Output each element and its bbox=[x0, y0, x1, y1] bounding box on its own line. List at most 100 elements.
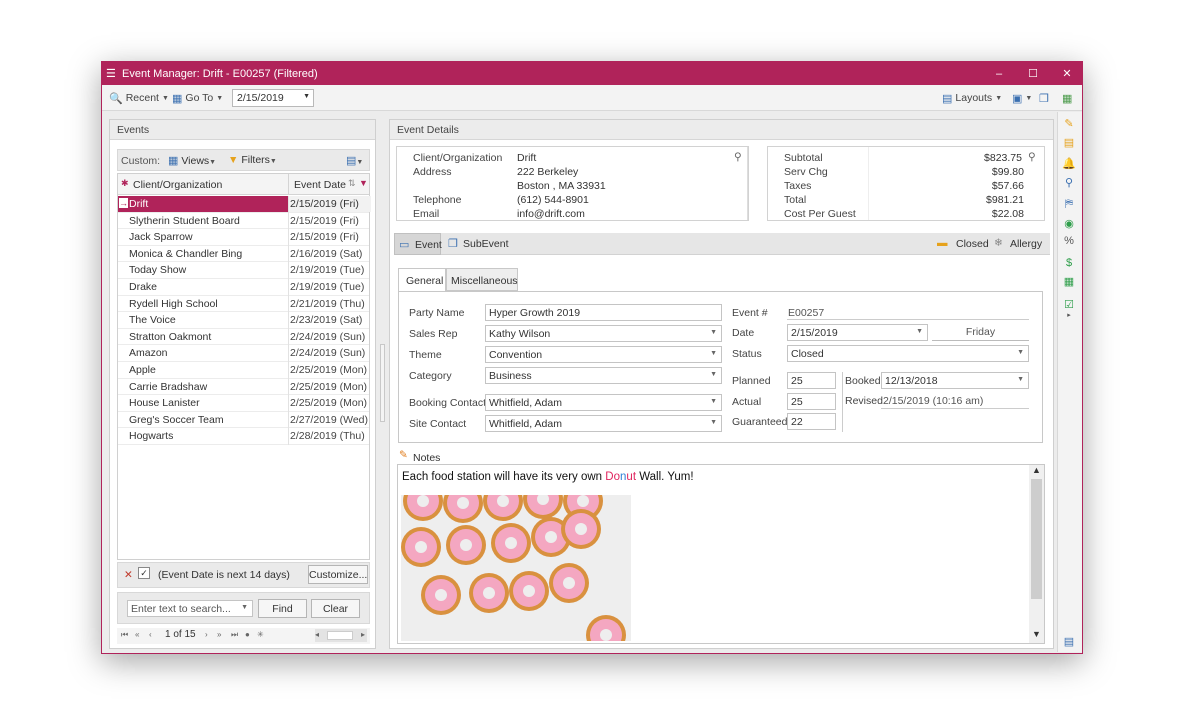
table-row[interactable]: Hogwarts 2/28/2019 (Thu) bbox=[118, 428, 369, 445]
email-value[interactable]: info@drift.com bbox=[517, 208, 585, 220]
scroll-right-icon[interactable]: ▸ bbox=[361, 630, 365, 639]
scroll-left-icon[interactable]: ◂ bbox=[315, 630, 319, 639]
column-chooser-button[interactable]: ▤▼ bbox=[346, 154, 363, 167]
pager-last-icon[interactable]: ⏭ bbox=[231, 630, 238, 640]
notes-vertical-scrollbar[interactable]: ▲ ▼ bbox=[1029, 465, 1044, 643]
table-row[interactable]: Monica & Chandler Bing 2/16/2019 (Sat) bbox=[118, 246, 369, 263]
horizontal-scrollbar[interactable]: ◂ ▸ bbox=[315, 629, 367, 642]
panel-splitter[interactable] bbox=[380, 344, 385, 422]
goto-button[interactable]: ▦ Go To ▼ bbox=[172, 89, 223, 107]
pager-next-icon[interactable]: › bbox=[205, 630, 208, 639]
party-name-input[interactable]: Hyper Growth 2019 bbox=[485, 304, 722, 321]
scroll-thumb[interactable] bbox=[327, 631, 353, 640]
search-input[interactable]: Enter text to search... ▼ bbox=[127, 600, 253, 617]
goto-date-input[interactable]: 2/15/2019 ▼ bbox=[232, 89, 314, 107]
booking-contact-select[interactable]: Whitfield, Adam ▼ bbox=[485, 394, 722, 411]
invoice-icon[interactable]: ▦ bbox=[1059, 275, 1079, 288]
chevron-down-icon[interactable]: ▼ bbox=[241, 604, 248, 611]
clear-filter-icon[interactable]: ✕ bbox=[124, 569, 133, 581]
filter-active-icon[interactable]: ▼ bbox=[359, 178, 368, 188]
grid-button[interactable]: ▦ bbox=[1062, 89, 1072, 107]
actual-input[interactable]: 25 bbox=[787, 393, 836, 410]
sales-rep-select[interactable]: Kathy Wilson ▼ bbox=[485, 325, 722, 342]
client-value[interactable]: Drift bbox=[517, 152, 536, 164]
table-row[interactable]: Slytherin Student Board 2/15/2019 (Fri) bbox=[118, 213, 369, 230]
booked-input[interactable]: 12/13/2018 ▼ bbox=[881, 372, 1029, 389]
tab-subevent[interactable]: ❐ SubEvent bbox=[446, 233, 516, 255]
table-row[interactable]: Rydell High School 2/21/2019 (Thu) bbox=[118, 296, 369, 313]
pager-new-icon[interactable]: ✳ bbox=[257, 630, 264, 639]
notes-editor[interactable]: Each food station will have its very own… bbox=[397, 464, 1045, 644]
table-row[interactable]: Stratton Oakmont 2/24/2019 (Sun) bbox=[118, 329, 369, 346]
restore-window-button[interactable]: ❐ bbox=[1039, 89, 1049, 107]
views-button[interactable]: ▦ Views▼ bbox=[168, 154, 216, 167]
planned-input[interactable]: 25 bbox=[787, 372, 836, 389]
table-row[interactable]: House Lanister 2/25/2019 (Mon) bbox=[118, 395, 369, 412]
column-client[interactable]: Client/Organization bbox=[133, 179, 222, 191]
site-contact-select[interactable]: Whitfield, Adam ▼ bbox=[485, 415, 722, 432]
document-search-icon[interactable]: ▤ bbox=[1059, 635, 1079, 648]
chevron-down-icon[interactable]: ▼ bbox=[303, 93, 310, 100]
pager-first-icon[interactable]: ⏮ bbox=[121, 630, 128, 640]
checklist-icon[interactable]: ☑ bbox=[1059, 298, 1079, 311]
edit-event-icon[interactable]: ✎ bbox=[1059, 117, 1079, 130]
minimize-button[interactable]: – bbox=[982, 62, 1016, 85]
client-search-icon[interactable]: ⚲ bbox=[734, 151, 742, 163]
eye-icon[interactable]: ◉ bbox=[1059, 217, 1079, 230]
notes-icon[interactable]: ▤ bbox=[1059, 136, 1079, 149]
money-icon[interactable]: $ bbox=[1059, 257, 1079, 269]
chevron-down-icon[interactable]: ▼ bbox=[710, 371, 717, 378]
table-row[interactable]: Drake 2/19/2019 (Tue) bbox=[118, 279, 369, 296]
table-row[interactable]: The Voice 2/23/2019 (Sat) bbox=[118, 312, 369, 329]
filter-enabled-checkbox[interactable]: ✓ bbox=[138, 567, 150, 579]
find-button[interactable]: Find bbox=[258, 599, 307, 618]
search-people-icon[interactable]: ⚲ bbox=[1059, 176, 1079, 189]
window-options-button[interactable]: ▣ ▼ bbox=[1012, 89, 1032, 107]
close-button[interactable]: ✕ bbox=[1050, 62, 1084, 85]
customize-button[interactable]: Customize... bbox=[308, 565, 368, 584]
chevron-down-icon[interactable]: ▼ bbox=[710, 350, 717, 357]
totals-search-icon[interactable]: ⚲ bbox=[1028, 151, 1036, 163]
chevron-down-icon[interactable]: ▼ bbox=[710, 419, 717, 426]
category-select[interactable]: Business ▼ bbox=[485, 367, 722, 384]
filters-button[interactable]: ▼ Filters▼ bbox=[228, 154, 277, 166]
clear-button[interactable]: Clear bbox=[311, 599, 360, 618]
chevron-down-icon[interactable]: ▼ bbox=[1017, 376, 1024, 383]
status-select[interactable]: Closed ▼ bbox=[787, 345, 1029, 362]
subtab-miscellaneous[interactable]: Miscellaneous bbox=[446, 268, 518, 291]
table-row[interactable]: Apple 2/25/2019 (Mon) bbox=[118, 362, 369, 379]
theme-select[interactable]: Convention ▼ bbox=[485, 346, 722, 363]
guaranteed-input[interactable]: 22 bbox=[787, 413, 836, 430]
tab-event[interactable]: ▭ Event bbox=[394, 233, 442, 255]
scroll-up-icon[interactable]: ▲ bbox=[1032, 465, 1041, 475]
table-row[interactable]: Amazon 2/24/2019 (Sun) bbox=[118, 345, 369, 362]
pager-next-page-icon[interactable]: » bbox=[217, 630, 221, 639]
table-row[interactable]: → Drift 2/15/2019 (Fri) bbox=[118, 196, 371, 213]
chevron-down-icon[interactable]: ▼ bbox=[916, 328, 923, 335]
recent-button[interactable]: 🔍 Recent ▼ bbox=[109, 89, 169, 107]
table-row[interactable]: Greg's Soccer Team 2/27/2019 (Wed) bbox=[118, 412, 369, 429]
pager-record-icon[interactable]: ● bbox=[245, 630, 250, 639]
table-row[interactable]: Today Show 2/19/2019 (Tue) bbox=[118, 262, 369, 279]
column-event-date[interactable]: Event Date bbox=[294, 179, 346, 191]
closed-status-label[interactable]: Closed bbox=[956, 238, 989, 250]
scroll-down-icon[interactable]: ▼ bbox=[1032, 629, 1041, 639]
layouts-button[interactable]: ▤ Layouts ▼ bbox=[942, 89, 1002, 107]
date-input[interactable]: 2/15/2019 ▼ bbox=[787, 324, 928, 341]
maximize-button[interactable]: ☐ bbox=[1016, 62, 1050, 85]
pager-prev-icon[interactable]: ‹ bbox=[149, 630, 152, 639]
subtab-general[interactable]: General bbox=[398, 268, 446, 292]
pager-prev-page-icon[interactable]: « bbox=[135, 630, 139, 639]
more-tools-icon[interactable]: ▸ bbox=[1059, 311, 1079, 319]
table-row[interactable]: Jack Sparrow 2/15/2019 (Fri) bbox=[118, 229, 369, 246]
chevron-down-icon[interactable]: ▼ bbox=[1017, 349, 1024, 356]
allergy-label[interactable]: Allergy bbox=[1010, 238, 1042, 250]
scroll-thumb[interactable] bbox=[1031, 479, 1042, 599]
bell-icon[interactable]: 🔔 bbox=[1059, 157, 1079, 170]
chevron-down-icon[interactable]: ▼ bbox=[710, 398, 717, 405]
app-menu-icon[interactable]: ☰ bbox=[106, 67, 120, 80]
chevron-down-icon[interactable]: ▼ bbox=[710, 329, 717, 336]
percent-icon[interactable]: % bbox=[1059, 235, 1079, 247]
map-icon[interactable]: ⛿ bbox=[1059, 198, 1079, 211]
table-row[interactable]: Carrie Bradshaw 2/25/2019 (Mon) bbox=[118, 379, 369, 396]
